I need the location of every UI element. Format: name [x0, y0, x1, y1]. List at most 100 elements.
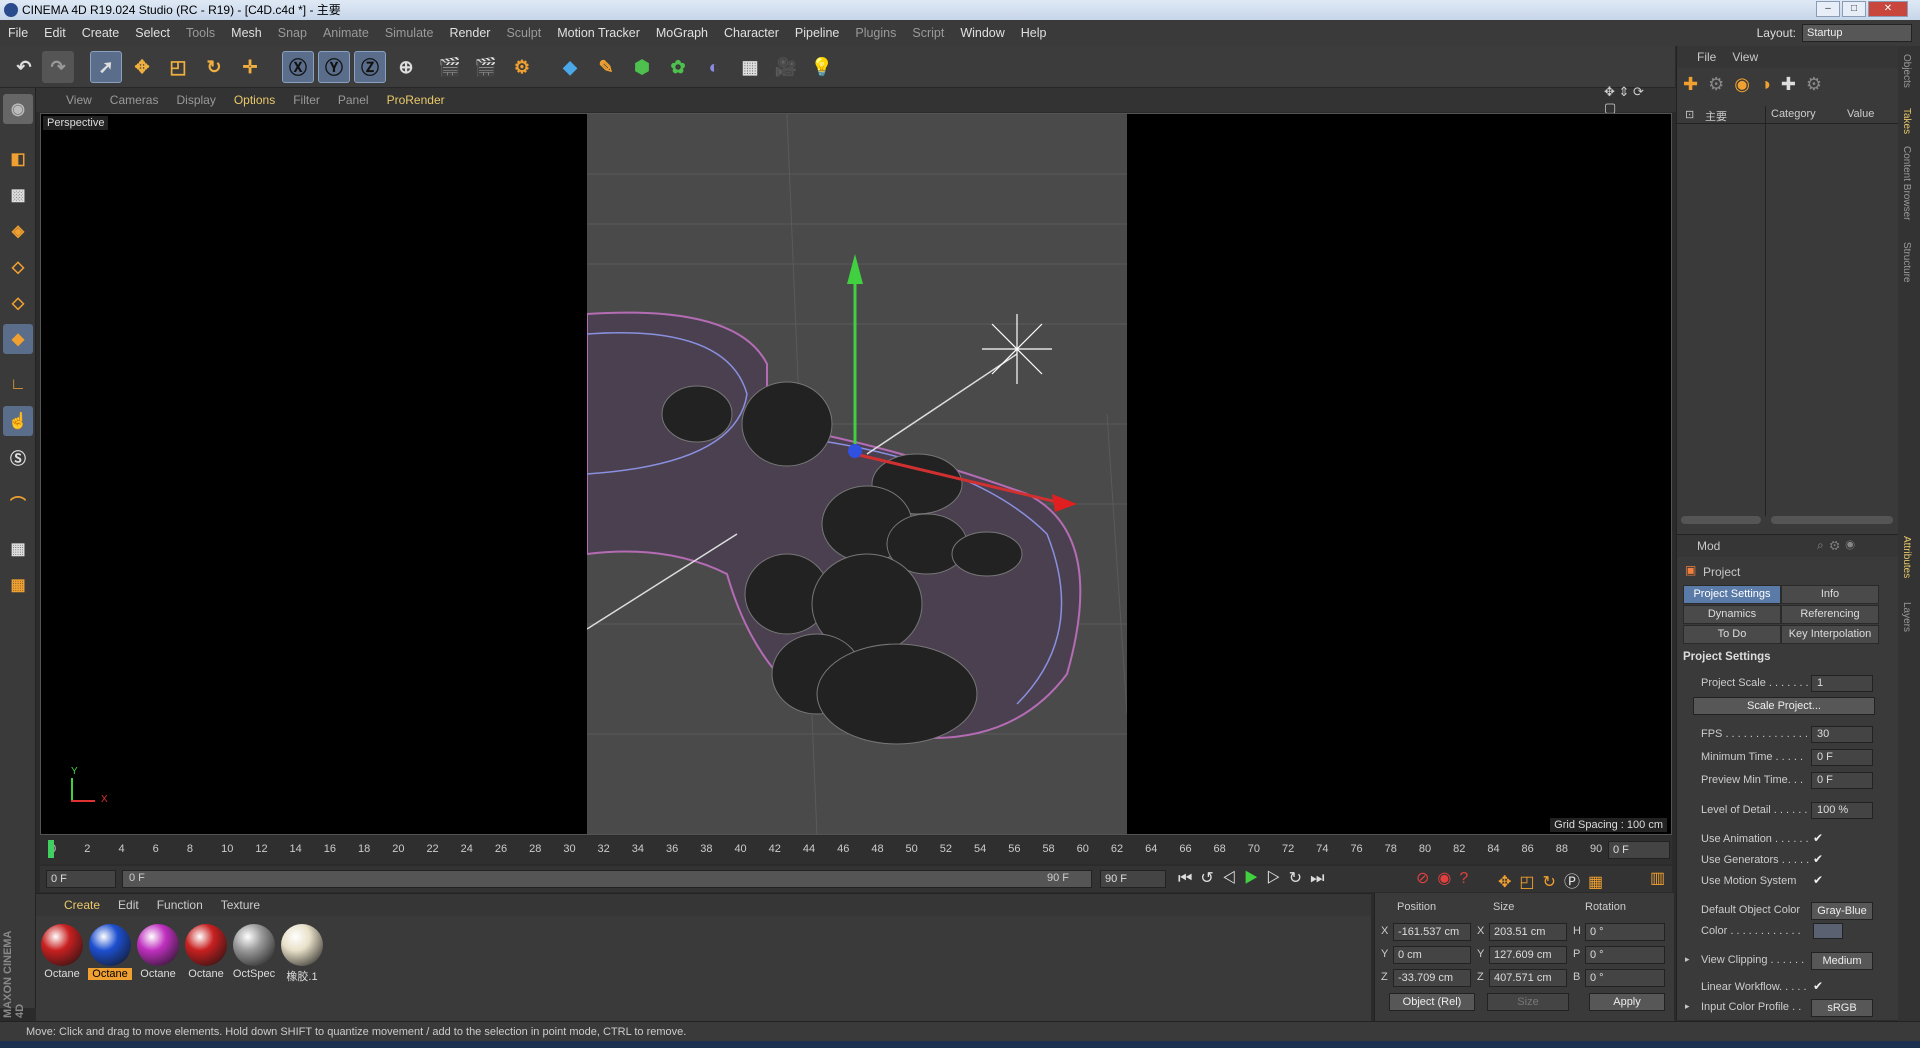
viewport-menu-panel[interactable]: Panel — [338, 93, 369, 107]
position-x-field[interactable]: -161.537 cm — [1393, 923, 1471, 941]
viewport-navigation-icon[interactable]: ✥ ⇕ ⟳ ▢ — [1604, 84, 1658, 116]
close-button[interactable]: ✕ — [1868, 1, 1908, 17]
next-frame-icon[interactable]: ▷ — [1266, 870, 1288, 887]
key-parameter-icon[interactable]: Ⓟ — [1564, 874, 1588, 891]
record-buttons[interactable]: ⊘◉? — [1416, 868, 1476, 888]
x-axis-lock-icon[interactable]: Ⓧ — [282, 51, 314, 83]
render-tag-icon[interactable]: ✚ — [1781, 74, 1806, 94]
use-animation-checkbox[interactable]: ✔ — [1813, 831, 1823, 845]
rotation-b-field[interactable]: 0 ° — [1585, 969, 1665, 987]
side-tab-attributes[interactable]: Attributes — [1901, 536, 1912, 578]
planar-workplane-icon[interactable]: ▦ — [3, 570, 33, 600]
level-of-detail-field[interactable]: 100 % — [1811, 802, 1873, 819]
side-tab-content-browser[interactable]: Content Browser — [1901, 146, 1912, 220]
menu-animate[interactable]: Animate — [323, 26, 369, 40]
viewport-menu-cameras[interactable]: Cameras — [110, 93, 159, 107]
current-frame-field[interactable]: 0 F — [1608, 841, 1670, 859]
tab-to-do[interactable]: To Do — [1683, 625, 1781, 644]
material-swatch[interactable]: Octane — [184, 924, 228, 980]
menu-file[interactable]: File — [8, 26, 28, 40]
settings-icon[interactable]: ⚙ — [1708, 74, 1734, 94]
deformer-icon[interactable]: ◐ — [698, 51, 730, 83]
camera-icon[interactable]: 🎥 — [770, 51, 802, 83]
project-scale-field[interactable]: 1 — [1811, 675, 1873, 692]
snap-icon[interactable]: ⌒ — [3, 488, 33, 518]
enable-axis-icon[interactable]: ∟ — [3, 370, 33, 400]
menu-motion-tracker[interactable]: Motion Tracker — [557, 26, 640, 40]
layout-dropdown[interactable]: Startup — [1802, 24, 1912, 42]
redo-icon[interactable]: ↷ — [42, 51, 74, 83]
key-rotation-icon[interactable]: ↻ — [1543, 874, 1564, 891]
auto-keying-icon[interactable]: ◉ — [1437, 870, 1459, 887]
undo-icon[interactable]: ↶ — [8, 51, 40, 83]
tab-key-interpolation[interactable]: Key Interpolation — [1781, 625, 1879, 644]
side-tab-objects[interactable]: Objects — [1901, 54, 1912, 88]
size-x-field[interactable]: 203.51 cm — [1489, 923, 1567, 941]
material-swatch[interactable]: Octane — [40, 924, 84, 980]
color-swatch[interactable] — [1813, 923, 1843, 939]
frame-range-slider[interactable]: 0 F 90 F — [122, 870, 1092, 888]
side-tab-structure[interactable]: Structure — [1901, 242, 1912, 283]
prev-key-icon[interactable]: ↺ — [1200, 870, 1221, 887]
start-frame-field[interactable]: 0 F — [46, 870, 116, 888]
menu-snap[interactable]: Snap — [278, 26, 307, 40]
key-position-icon[interactable]: ✥ — [1498, 874, 1519, 891]
size-mode-dropdown[interactable]: Size — [1487, 993, 1569, 1011]
horizontal-scrollbar[interactable] — [1771, 516, 1893, 524]
menu-tools[interactable]: Tools — [186, 26, 215, 40]
light-icon[interactable]: 💡 — [806, 51, 838, 83]
add-icon[interactable]: ✚ — [1683, 74, 1708, 94]
attribute-toolbar-icons[interactable]: ⌕⚙◉ — [1817, 538, 1861, 553]
minimize-button[interactable]: – — [1816, 1, 1840, 17]
transform-icon[interactable]: ✛ — [234, 51, 266, 83]
render-picture-viewer-icon[interactable]: 🎬 — [470, 51, 502, 83]
prev-frame-icon[interactable]: ◁ — [1222, 870, 1244, 887]
z-axis-lock-icon[interactable]: Ⓩ — [354, 51, 386, 83]
material-swatch[interactable]: OctSpec — [232, 924, 276, 980]
workplane-lock-icon[interactable]: ▦ — [3, 534, 33, 564]
y-axis-lock-icon[interactable]: Ⓨ — [318, 51, 350, 83]
material-tag-icon[interactable]: ◑ — [1760, 74, 1781, 94]
timeline-window-icon[interactable]: ▥ — [1650, 868, 1665, 888]
coordinate-system-icon[interactable]: ⊕ — [390, 51, 422, 83]
viewport-menu-filter[interactable]: Filter — [293, 93, 320, 107]
view-clipping-dropdown[interactable]: Medium — [1811, 952, 1873, 970]
floor-icon[interactable]: ▦ — [734, 51, 766, 83]
default-object-color-dropdown[interactable]: Gray-Blue — [1811, 902, 1873, 920]
viewport-solo-icon[interactable]: Ⓢ — [3, 442, 33, 472]
material-swatch[interactable]: 橡胶.1 — [280, 924, 324, 984]
material-swatch[interactable]: Octane — [88, 924, 132, 980]
rotate-icon[interactable]: ↻ — [198, 51, 230, 83]
workplane-mode-icon[interactable]: ◈ — [3, 216, 33, 246]
polygons-mode-icon[interactable]: ◆ — [3, 324, 33, 354]
side-tab-layers[interactable]: Layers — [1901, 602, 1912, 632]
linear-workflow-checkbox[interactable]: ✔ — [1813, 979, 1823, 993]
pen-spline-icon[interactable]: ✎ — [590, 51, 622, 83]
keyframe-selection-icon[interactable]: ? — [1459, 870, 1476, 887]
fps-field[interactable]: 30 — [1811, 726, 1873, 743]
menu-character[interactable]: Character — [724, 26, 779, 40]
menu-plugins[interactable]: Plugins — [855, 26, 896, 40]
material-menu-create[interactable]: Create — [64, 898, 100, 912]
menu-select[interactable]: Select — [135, 26, 170, 40]
go-to-end-icon[interactable]: ⏭ — [1310, 870, 1332, 887]
minimum-time-field[interactable]: 0 F — [1811, 749, 1873, 766]
rotation-h-field[interactable]: 0 ° — [1585, 923, 1665, 941]
menu-script[interactable]: Script — [912, 26, 944, 40]
go-to-start-icon[interactable]: ⏮ — [1178, 870, 1200, 887]
edges-mode-icon[interactable]: ◇ — [3, 288, 33, 318]
material-menu-edit[interactable]: Edit — [118, 898, 139, 912]
menu-pipeline[interactable]: Pipeline — [795, 26, 839, 40]
object-manager-toolbar[interactable]: ✚⚙◉◑✚⚙ — [1683, 74, 1832, 95]
move-icon[interactable]: ✥ — [126, 51, 158, 83]
menu-create[interactable]: Create — [82, 26, 120, 40]
render-settings-icon[interactable]: ⚙ — [506, 51, 538, 83]
viewport-menu-prorender[interactable]: ProRender — [387, 93, 445, 107]
play-icon[interactable]: ▶ — [1244, 870, 1266, 887]
end-frame-field[interactable]: 90 F — [1100, 870, 1166, 888]
make-editable-icon[interactable]: ◉ — [3, 94, 33, 124]
position-z-field[interactable]: -33.709 cm — [1393, 969, 1471, 987]
menu-sculpt[interactable]: Sculpt — [506, 26, 541, 40]
attribute-mode-menu[interactable]: Mod — [1697, 539, 1720, 553]
menu-window[interactable]: Window — [960, 26, 1004, 40]
